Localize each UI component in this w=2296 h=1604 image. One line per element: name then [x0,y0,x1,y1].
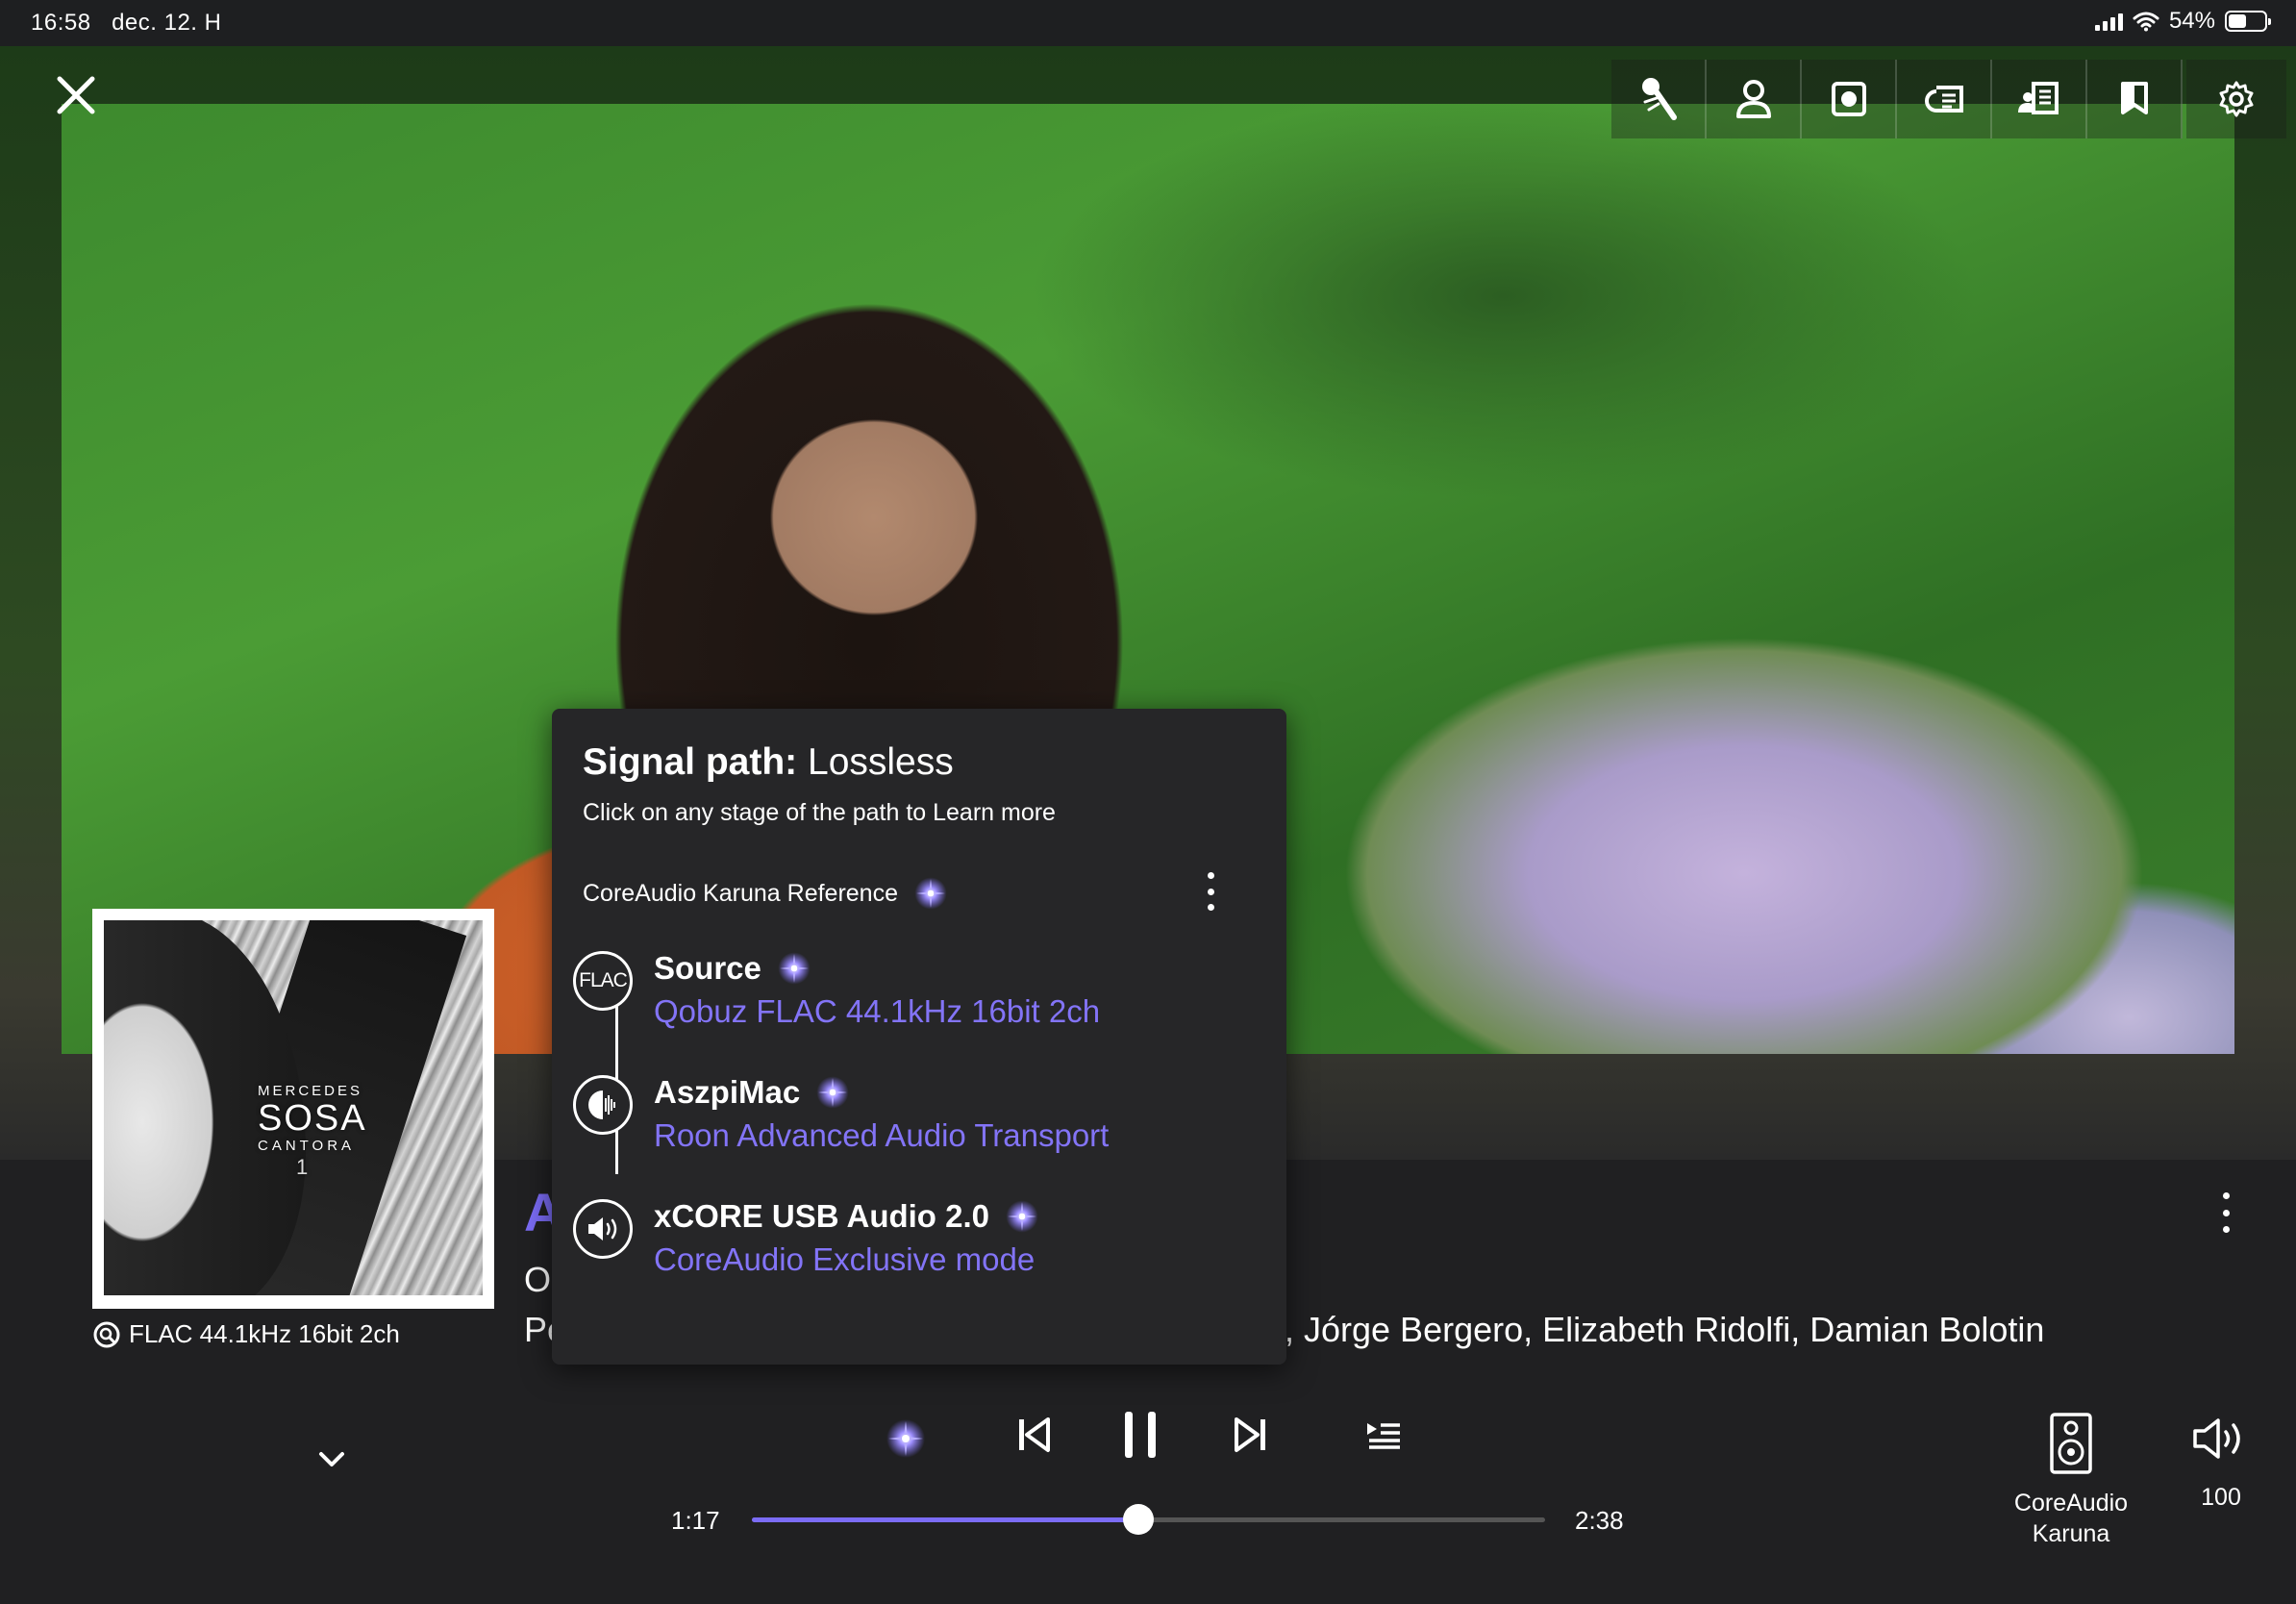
album-icon [1831,82,1866,116]
signal-path-quality: Lossless [808,741,954,783]
status-indicators: 54% [2094,8,2271,35]
seek-bar[interactable] [752,1504,1545,1535]
track-duration: 2:38 [1575,1506,1624,1535]
credits-icon [2017,82,2059,114]
album-view-button[interactable] [1802,60,1897,138]
signal-path-popup: Signal path: Lossless Click on any stage… [552,709,1286,1365]
pause-icon [1125,1412,1156,1458]
status-bar: 16:58 dec. 12. H 54% [0,0,2296,46]
lyrics-icon [1924,86,1963,113]
credits-view-button[interactable] [1992,60,2087,138]
elapsed-time: 1:17 [671,1506,720,1535]
signal-stage-detail: Qobuz FLAC 44.1kHz 16bit 2ch [654,993,1101,1029]
signal-path-zone-name: CoreAudio Karuna Reference [583,879,898,907]
view-toolbar [1611,60,2286,138]
album-art[interactable]: MERCEDES SOSA CANTORA 1 [92,909,494,1309]
pause-button[interactable] [1119,1406,1161,1468]
signal-path-subtitle: Click on any stage of the path to Learn … [583,799,1056,826]
sparkle-icon [778,952,811,985]
signal-stage-name: Source [654,949,813,988]
microphone-icon [1641,78,1677,120]
queue-icon [1367,1423,1400,1449]
speaker-icon [2050,1413,2092,1474]
close-icon [57,76,95,114]
bookmark-icon [2120,82,2148,114]
more-dot-icon [2222,1192,2230,1199]
track-more-button[interactable] [2211,1189,2240,1237]
zone-picker-button[interactable]: CoreAudio Karuna [2013,1412,2129,1549]
settings-icon [2219,81,2254,117]
speaker-output-icon [573,1199,633,1259]
signal-stage-name: AszpiMac [654,1073,852,1112]
battery-icon [2225,11,2271,32]
wifi-icon [2133,12,2159,32]
battery-percent: 54% [2168,8,2215,34]
track-album-line[interactable]: O [524,1260,551,1300]
skip-next-icon [1235,1417,1265,1452]
format-badge[interactable]: FLAC 44.1kHz 16bit 2ch [92,1319,400,1349]
person-icon [1735,80,1771,118]
previous-button[interactable] [1015,1414,1054,1461]
lyrics-mic-button[interactable] [1611,60,1707,138]
next-button[interactable] [1231,1414,1269,1461]
seek-bar-progress [752,1517,1138,1522]
sparkle-icon [914,877,947,910]
flac-format-icon: FLAC [573,951,633,1011]
more-dot-icon [1207,872,1214,879]
sparkle-icon [816,1076,849,1109]
roon-transport-icon [573,1075,633,1135]
album-cover-image: MERCEDES SOSA CANTORA 1 [104,920,483,1295]
album-cover-volume: 1 [296,1155,309,1179]
album-cover-title: CANTORA [258,1138,356,1154]
close-button[interactable] [52,71,100,119]
status-clock: 16:58 dec. 12. H [31,10,221,37]
quality-magnifier-icon [93,1321,120,1347]
volume-icon [2193,1418,2240,1459]
sparkle-icon [886,1419,925,1458]
status-date: dec. 12. H [112,10,222,36]
bookmark-view-button[interactable] [2087,60,2183,138]
album-cover-artist-last: SOSA [258,1098,367,1139]
collapse-button[interactable] [315,1448,348,1476]
chevron-down-icon [319,1452,344,1466]
radio-sparkle-button[interactable] [883,1416,929,1466]
settings-button[interactable] [2186,60,2286,138]
volume-button[interactable]: 100 [2190,1416,2252,1512]
seek-handle[interactable] [1122,1504,1154,1535]
signal-stage-name: xCORE USB Audio 2.0 [654,1197,1041,1236]
battery-fill [2229,14,2246,28]
zone-name: CoreAudio Karuna [2013,1490,2129,1547]
artist-view-button[interactable] [1707,60,1802,138]
volume-level: 100 [2201,1484,2241,1511]
signal-path-zone[interactable]: CoreAudio Karuna Reference [583,874,950,913]
queue-button[interactable] [1363,1417,1404,1457]
signal-stage-detail: Roon Advanced Audio Transport [654,1117,1110,1153]
signal-path-more-button[interactable] [1196,868,1225,915]
album-cover-artist-first: MERCEDES [258,1083,363,1099]
track-credits[interactable]: , Jórge Bergero, Elizabeth Ridolfi, Dami… [1285,1310,2044,1350]
album-cover-text: MERCEDES SOSA CANTORA 1 [258,1084,367,1178]
signal-stage-detail: CoreAudio Exclusive mode [654,1241,1036,1277]
skip-previous-icon [1019,1417,1050,1452]
cellular-signal-icon [2094,12,2123,31]
signal-path-title: Signal path: Lossless [583,741,954,784]
format-text: FLAC 44.1kHz 16bit 2ch [129,1319,400,1348]
lyrics-view-button[interactable] [1897,60,1992,138]
signal-path-label: Signal path: [583,741,798,783]
status-time: 16:58 [31,10,91,36]
sparkle-icon [1006,1200,1038,1233]
